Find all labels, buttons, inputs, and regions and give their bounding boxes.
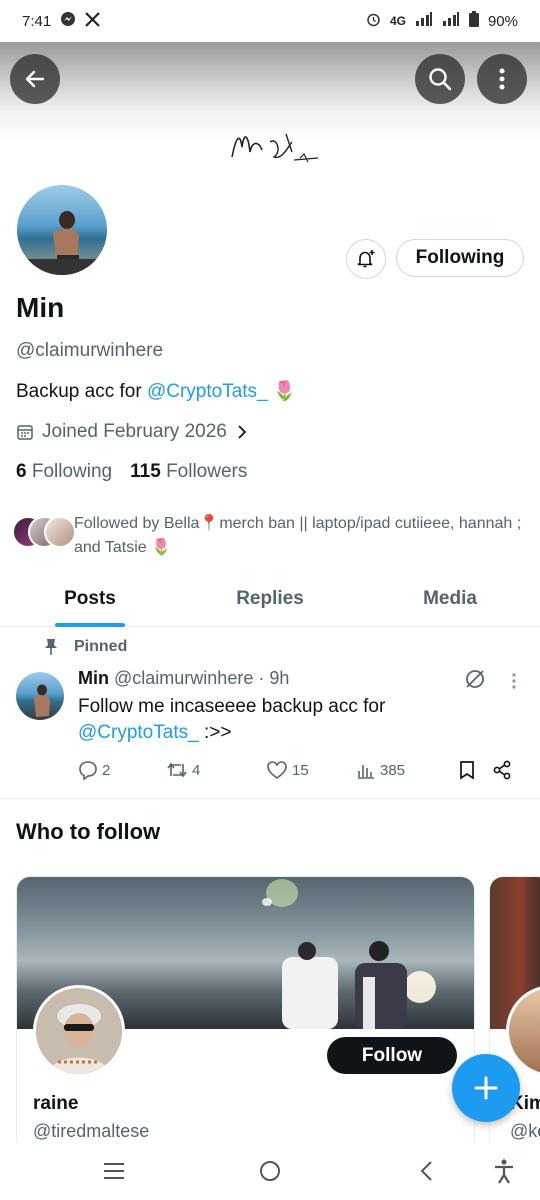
pinned-label: Pinned bbox=[74, 638, 128, 655]
card-handle: @tiredmaltese bbox=[33, 1121, 150, 1141]
card-avatar[interactable] bbox=[33, 985, 125, 1077]
reply-button[interactable]: 2 bbox=[78, 760, 166, 780]
messenger-icon bbox=[60, 11, 76, 31]
who-to-follow-title: Who to follow bbox=[16, 819, 161, 844]
profile-bio: Backup acc for @CryptoTats_ 🌷 bbox=[16, 379, 297, 403]
following-count-link[interactable]: 6 Following bbox=[16, 461, 112, 483]
network-type: 4G bbox=[389, 14, 406, 28]
heart-icon bbox=[267, 761, 287, 779]
avatar-photo bbox=[17, 211, 107, 275]
search-icon bbox=[429, 68, 452, 91]
pin-icon bbox=[45, 639, 57, 655]
status-bar: 7:41 4G 90% bbox=[0, 0, 540, 42]
following-count: 6 bbox=[16, 461, 27, 482]
card-name: raine bbox=[33, 1093, 79, 1114]
post-more-icon[interactable] bbox=[510, 672, 518, 695]
grok-icon[interactable] bbox=[464, 668, 486, 695]
x-logo-icon bbox=[85, 11, 100, 31]
avatar-photo bbox=[34, 684, 50, 717]
share-icon bbox=[493, 760, 511, 780]
bell-plus-icon bbox=[357, 250, 375, 268]
followers-count-link[interactable]: 115 Followers bbox=[130, 461, 247, 483]
signature-image bbox=[231, 133, 319, 163]
signal-icon-2 bbox=[442, 12, 460, 30]
arrow-left-icon bbox=[25, 70, 45, 88]
tab-media[interactable]: Media bbox=[360, 578, 540, 626]
more-options-button[interactable] bbox=[477, 54, 527, 104]
pinned-indicator: Pinned bbox=[44, 638, 127, 656]
calendar-icon bbox=[17, 425, 33, 440]
follower-avatar bbox=[44, 516, 76, 548]
avatar-photo bbox=[36, 988, 122, 1074]
post-time: · 9h bbox=[258, 668, 290, 688]
status-time: 7:41 bbox=[22, 12, 52, 30]
post-mention-link[interactable]: @CryptoTats_ bbox=[78, 722, 199, 743]
recent-apps-icon[interactable] bbox=[102, 1160, 126, 1187]
signal-icon bbox=[415, 12, 433, 30]
chevron-right-icon bbox=[238, 425, 247, 439]
bookmark-icon bbox=[460, 761, 474, 780]
repost-button[interactable]: 4 bbox=[166, 760, 266, 780]
followed-by-avatars bbox=[12, 512, 76, 548]
accessibility-icon[interactable] bbox=[493, 1158, 515, 1189]
battery-level: 90% bbox=[487, 12, 518, 30]
search-button[interactable] bbox=[415, 54, 465, 104]
back-nav-icon[interactable] bbox=[418, 1159, 434, 1188]
view-count: 385 bbox=[380, 761, 406, 779]
card-handle: @ke bbox=[510, 1121, 540, 1141]
section-divider bbox=[0, 798, 540, 799]
profile-avatar[interactable] bbox=[14, 182, 110, 278]
repost-icon bbox=[167, 762, 187, 778]
post-author-handle[interactable]: @claimurwinhere bbox=[114, 668, 253, 688]
plus-icon bbox=[474, 1076, 498, 1100]
followers-label: Followers bbox=[166, 461, 248, 482]
followed-by[interactable]: Followed by Bella📍merch ban || laptop/ip… bbox=[12, 512, 532, 560]
bio-mention-link[interactable]: @CryptoTats_ bbox=[147, 381, 268, 402]
post-text-end: :>> bbox=[198, 722, 232, 743]
analytics-icon bbox=[358, 765, 374, 779]
post-text: Follow me incaseeee backup acc for @Cryp… bbox=[78, 694, 498, 746]
joined-text: Joined February 2026 bbox=[42, 421, 227, 442]
post-author-avatar[interactable] bbox=[16, 672, 64, 720]
views-button[interactable]: 385 bbox=[356, 760, 458, 780]
alarm-icon bbox=[366, 12, 381, 31]
tab-posts[interactable]: Posts bbox=[0, 578, 180, 626]
follow-counts: 6 Following 115 Followers bbox=[16, 461, 247, 483]
compose-post-button[interactable] bbox=[452, 1054, 520, 1122]
home-icon[interactable] bbox=[258, 1159, 282, 1188]
more-vertical-icon bbox=[499, 68, 505, 90]
tab-replies[interactable]: Replies bbox=[180, 578, 360, 626]
followed-by-text: Followed by Bella📍merch ban || laptop/ip… bbox=[74, 515, 522, 556]
post-header: Min @claimurwinhere · 9h bbox=[78, 668, 289, 689]
profile-tabs: Posts Replies Media bbox=[0, 578, 540, 627]
bookmark-button[interactable] bbox=[458, 760, 492, 780]
share-button[interactable] bbox=[492, 760, 512, 780]
suggestion-card[interactable]: Follow raine @tiredmaltese bbox=[16, 876, 475, 1158]
notifications-button[interactable] bbox=[346, 239, 386, 279]
reply-icon bbox=[79, 761, 97, 780]
followers-count: 115 bbox=[130, 461, 161, 482]
like-button[interactable]: 15 bbox=[266, 760, 356, 780]
bio-emoji: 🌷 bbox=[272, 381, 297, 402]
following-button[interactable]: Following bbox=[396, 239, 524, 277]
post-author-name[interactable]: Min bbox=[78, 668, 109, 688]
post-text-body: Follow me incaseeee backup acc for bbox=[78, 696, 386, 717]
follow-button[interactable]: Follow bbox=[327, 1037, 457, 1074]
profile-name: Min bbox=[16, 292, 65, 323]
back-button[interactable] bbox=[10, 54, 60, 104]
system-navigation-bar bbox=[0, 1142, 540, 1200]
battery-icon bbox=[468, 11, 479, 31]
profile-handle: @claimurwinhere bbox=[16, 340, 164, 361]
reply-count: 2 bbox=[102, 761, 111, 779]
like-count: 15 bbox=[292, 761, 309, 779]
bio-text: Backup acc for bbox=[16, 381, 147, 402]
joined-date[interactable]: Joined February 2026 bbox=[16, 421, 249, 443]
repost-count: 4 bbox=[192, 761, 201, 779]
post-actions: 2 4 15 385 bbox=[78, 758, 518, 782]
following-label: Following bbox=[31, 461, 113, 482]
